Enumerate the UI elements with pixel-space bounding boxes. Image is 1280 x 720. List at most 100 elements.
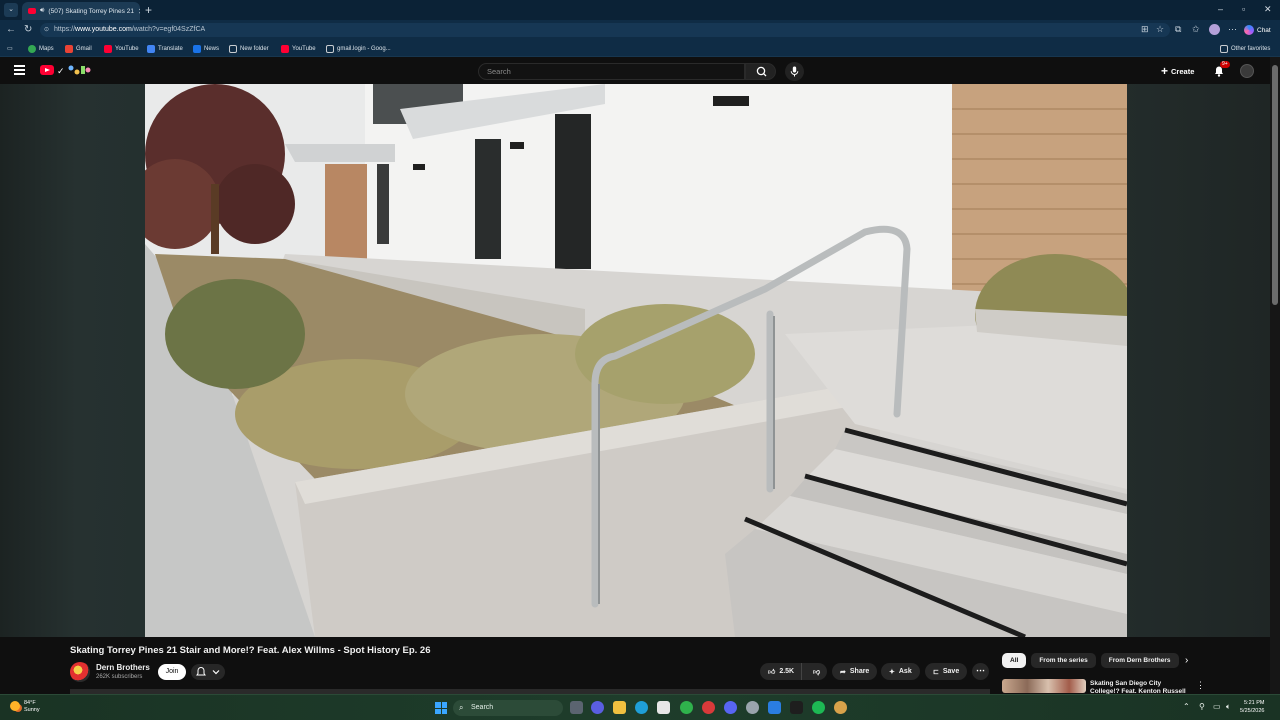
discord-icon[interactable] xyxy=(724,701,737,714)
bookmark-label: News xyxy=(204,45,220,52)
menu-hamburger-icon[interactable] xyxy=(14,65,25,75)
share-arrow-icon: ➦ xyxy=(840,668,846,676)
favorites-icon[interactable]: ✩ xyxy=(1192,24,1200,35)
plus-icon: + xyxy=(1161,64,1169,78)
bookmark-label: YouTube xyxy=(292,45,316,52)
nvidia-icon[interactable] xyxy=(790,701,803,714)
extensions-icon[interactable]: ⧉ xyxy=(1175,24,1181,35)
split-screen-icon[interactable]: ⊞ xyxy=(1141,24,1149,35)
search-button[interactable] xyxy=(745,63,776,80)
bookmark-label: YouTube xyxy=(115,45,139,52)
favorite-star-icon[interactable]: ☆ xyxy=(1156,24,1164,35)
more-actions-button[interactable]: ⋯ xyxy=(972,663,989,680)
bookmark-label: Gmail xyxy=(76,45,92,52)
app-red-icon[interactable] xyxy=(702,701,715,714)
video-frame[interactable] xyxy=(145,84,1127,637)
chip-all[interactable]: All xyxy=(1002,653,1027,668)
profile-avatar[interactable] xyxy=(1209,24,1220,35)
windows-start-icon[interactable] xyxy=(435,702,447,714)
dislike-button[interactable]: 👎︎ xyxy=(806,667,820,676)
taskbar-search[interactable]: ⌕ Search xyxy=(453,700,563,716)
bookmark-gmail-login[interactable]: gmail.login - Goog... xyxy=(326,43,391,54)
back-arrow-icon[interactable]: ← xyxy=(6,24,16,36)
minimize-button[interactable]: – xyxy=(1218,4,1223,14)
weather-desc: Sunny xyxy=(24,707,40,713)
spotify-icon[interactable] xyxy=(812,701,825,714)
bell-icon xyxy=(196,667,220,676)
weather-widget[interactable]: 84°F Sunny xyxy=(10,700,40,714)
join-button[interactable]: Join xyxy=(158,664,186,680)
bookmark-maps[interactable]: Maps xyxy=(28,43,54,54)
channel-name[interactable]: Dern Brothers xyxy=(96,663,150,672)
more-options-icon[interactable]: ⋯ xyxy=(1228,24,1237,35)
youtube-icon xyxy=(104,44,112,53)
weather-temp: 84°F xyxy=(24,700,36,706)
search-icon xyxy=(756,66,767,77)
other-favorites[interactable]: Other favorites xyxy=(1220,43,1270,54)
bookmark-youtube-2[interactable]: YouTube xyxy=(281,43,316,54)
bookmark-news[interactable]: News xyxy=(193,43,219,54)
voice-search-button[interactable] xyxy=(785,62,804,81)
close-tab-icon[interactable]: ✕ xyxy=(138,7,140,16)
task-view-icon[interactable] xyxy=(570,701,583,714)
bookmark-new-folder[interactable]: New folder xyxy=(229,43,269,54)
create-button[interactable]: + Create xyxy=(1157,63,1198,79)
youtube-doodle-icon[interactable]: ✓ xyxy=(57,64,91,76)
url-field[interactable]: ⊙ https://www.youtube.com/watch?v=egf04S… xyxy=(40,23,1170,37)
refresh-icon[interactable]: ↻ xyxy=(24,24,32,36)
scrollbar-thumb[interactable] xyxy=(1272,65,1278,305)
youtube-icon xyxy=(281,44,289,53)
recommended-video-title[interactable]: Skating San Diego City College!? Feat. K… xyxy=(1090,680,1190,694)
url-lock-icon: ⊙ xyxy=(44,27,50,33)
chat-label: Chat xyxy=(1257,26,1271,34)
translate-icon xyxy=(147,44,155,53)
video-player[interactable] xyxy=(0,84,1270,637)
chevron-right-icon[interactable]: › xyxy=(1185,655,1188,666)
youtube-logo[interactable] xyxy=(40,65,54,75)
sidebar-toggle-icon[interactable]: ▭ xyxy=(7,43,13,54)
copilot-chat-button[interactable]: Chat xyxy=(1244,23,1271,37)
edge-browser-icon[interactable] xyxy=(635,701,648,714)
ask-button[interactable]: ✦ Ask xyxy=(881,663,920,680)
sparkle-icon: ✦ xyxy=(889,668,895,676)
page-scrollbar[interactable] xyxy=(1270,57,1280,694)
like-button[interactable]: 👍︎ 2.5K xyxy=(760,663,802,680)
folder-icon xyxy=(1220,44,1228,53)
search-input[interactable]: Search xyxy=(478,63,745,80)
app-gold-icon[interactable] xyxy=(834,701,847,714)
browser-tab-strip: ⌄ 🔊︎ (507) Skating Torrey Pines 21 ✕ + –… xyxy=(0,0,1280,20)
bookmark-youtube[interactable]: YouTube xyxy=(104,43,139,54)
recommended-video-thumbnail[interactable] xyxy=(1002,679,1086,693)
chip-from-channel[interactable]: From Dern Brothers xyxy=(1100,653,1179,668)
file-explorer-icon[interactable] xyxy=(613,701,626,714)
svg-text:✓: ✓ xyxy=(57,67,65,76)
chip-from-series[interactable]: From the series xyxy=(1031,653,1096,668)
browser-tab-active[interactable]: 🔊︎ (507) Skating Torrey Pines 21 ✕ xyxy=(22,2,140,20)
bookmark-gmail[interactable]: Gmail xyxy=(65,43,92,54)
copilot-taskbar-icon[interactable] xyxy=(591,701,604,714)
location-icon: ⚲ xyxy=(1199,702,1205,711)
settings-gear-icon[interactable] xyxy=(746,701,759,714)
store-icon[interactable] xyxy=(657,701,670,714)
bookmark-translate[interactable]: Translate xyxy=(147,43,183,54)
channel-avatar[interactable] xyxy=(70,662,90,682)
share-button[interactable]: ➦ Share xyxy=(832,663,878,680)
system-clock[interactable]: 5:21 PM 5/25/2026 xyxy=(1240,699,1264,715)
subscription-notifications-button[interactable] xyxy=(191,664,225,680)
save-button[interactable]: ⊏ Save xyxy=(925,663,968,680)
network-icon[interactable]: ▭ xyxy=(1213,702,1221,711)
new-tab-button[interactable]: + xyxy=(145,3,152,17)
video-title: Skating Torrey Pines 21 Stair and More!?… xyxy=(70,645,431,656)
create-label: Create xyxy=(1171,66,1195,76)
xbox-icon[interactable] xyxy=(680,701,693,714)
tab-actions-menu[interactable]: ⌄ xyxy=(4,3,18,17)
url-domain: www.youtube.com xyxy=(75,26,132,33)
vertical-dots-icon[interactable]: ⋮ xyxy=(1196,680,1205,691)
restore-button[interactable]: ▫ xyxy=(1242,4,1245,14)
tray-chevron-up-icon[interactable]: ⌃ xyxy=(1183,702,1190,711)
microphone-icon xyxy=(790,66,799,77)
account-avatar[interactable] xyxy=(1240,64,1254,78)
volume-icon[interactable]: 🔈︎ xyxy=(1226,702,1231,712)
close-window-button[interactable]: ✕ xyxy=(1264,4,1272,15)
app-blue-icon[interactable] xyxy=(768,701,781,714)
